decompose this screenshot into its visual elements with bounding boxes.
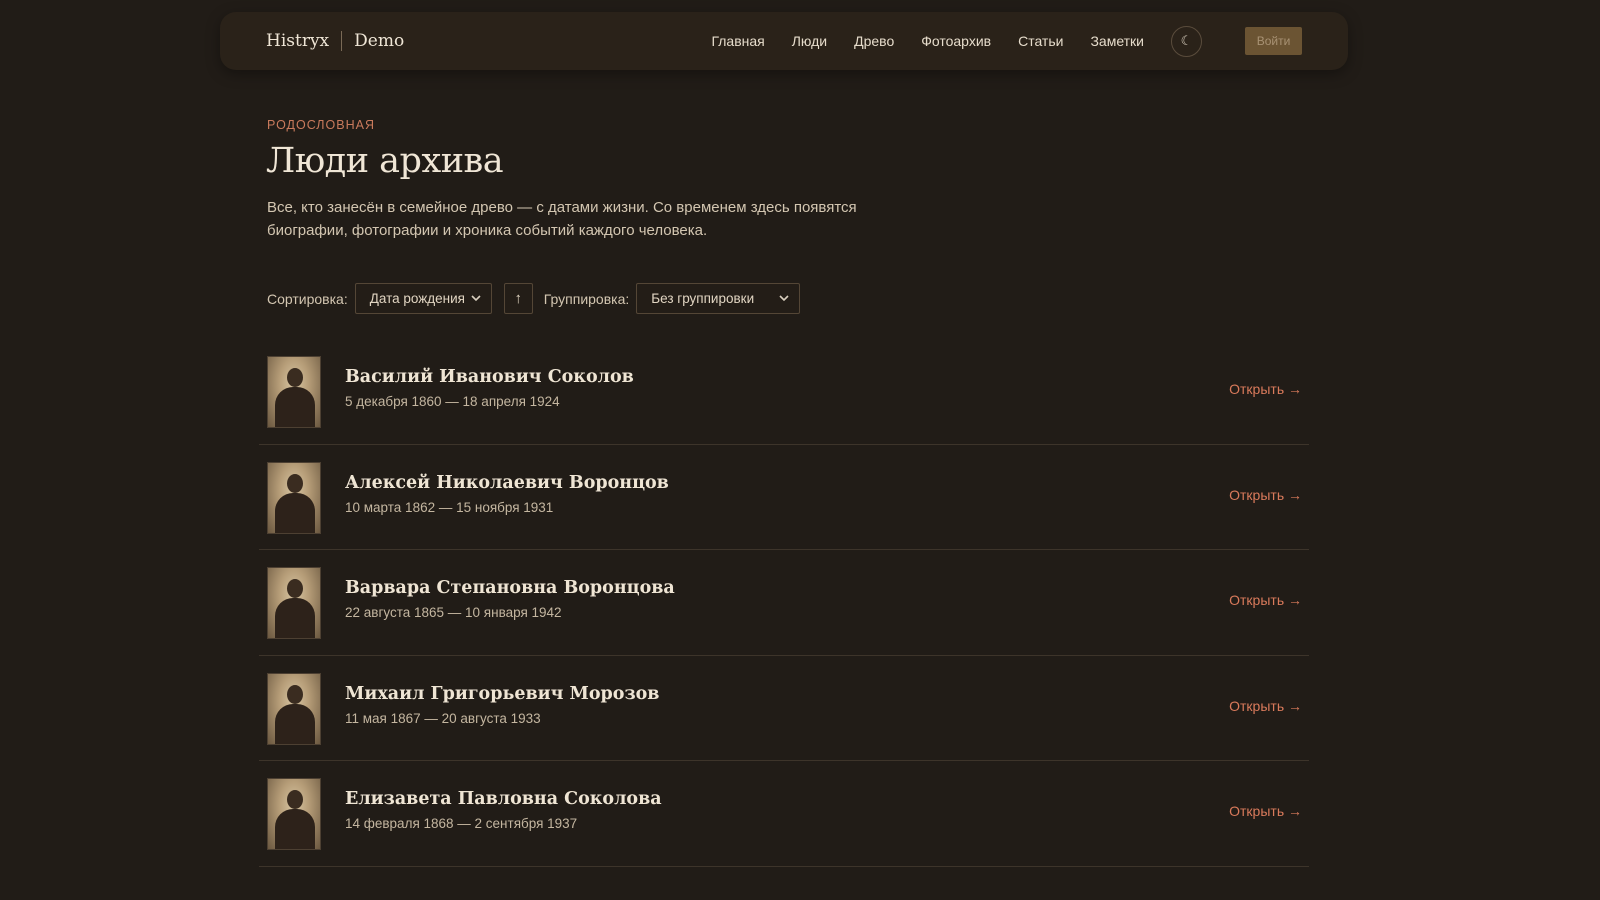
person-row[interactable]: Михаил Григорьевич Морозов 11 мая 1867 —… (259, 656, 1309, 761)
person-portrait (267, 672, 321, 745)
person-portrait (267, 461, 321, 534)
list-controls: Сортировка: Дата рождения ↑ Группировка:… (267, 283, 801, 314)
person-name: Михаил Григорьевич Морозов (345, 683, 660, 704)
nav-people[interactable]: Люди (792, 33, 827, 49)
person-dates: 22 августа 1865 — 10 января 1942 (345, 605, 562, 621)
person-dates: 10 марта 1862 — 15 ноября 1931 (345, 499, 554, 515)
theme-toggle-button[interactable]: ☾ (1171, 25, 1202, 57)
open-person-link[interactable]: Открыть → (1229, 698, 1302, 714)
person-portrait (267, 567, 321, 640)
nav-photo-archive[interactable]: Фотоархив (921, 33, 991, 49)
person-row[interactable]: Василий Иванович Соколов 5 декабря 1860 … (259, 339, 1309, 445)
top-header: Histryx Demo Главная Люди Древо Фотоархи… (220, 12, 1348, 70)
sort-select-value: Дата рождения (369, 291, 465, 306)
person-row[interactable]: Алексей Николаевич Воронцов 10 марта 186… (259, 445, 1309, 550)
person-name: Василий Иванович Соколов (345, 367, 634, 388)
nav-notes[interactable]: Заметки (1090, 33, 1144, 49)
person-row[interactable]: Варвара Степановна Воронцова 22 августа … (259, 550, 1309, 656)
nav-tree[interactable]: Древо (854, 33, 894, 49)
person-portrait (267, 778, 321, 851)
brand-name: Histryx (266, 31, 330, 51)
brand-suffix: Demo (354, 31, 405, 51)
people-list: Василий Иванович Соколов 5 декабря 1860 … (259, 339, 1309, 867)
sort-direction-button[interactable]: ↑ (503, 283, 533, 314)
nav-articles[interactable]: Статьи (1018, 33, 1063, 49)
chevron-down-icon (471, 293, 481, 305)
nav-home[interactable]: Главная (711, 33, 764, 49)
group-label: Группировка: (543, 290, 630, 307)
group-select[interactable]: Без группировки (636, 283, 801, 314)
person-portrait (267, 356, 321, 429)
open-person-link[interactable]: Открыть → (1229, 803, 1302, 819)
person-dates: 11 мая 1867 — 20 августа 1933 (345, 710, 541, 726)
section-eyebrow: РОДОСЛОВНАЯ (267, 118, 375, 132)
person-dates: 5 декабря 1860 — 18 апреля 1924 (345, 394, 560, 410)
arrow-up-icon: ↑ (514, 290, 522, 307)
brand-divider (341, 31, 343, 51)
login-button[interactable]: Войти (1245, 27, 1302, 55)
open-person-link[interactable]: Открыть → (1229, 592, 1302, 608)
open-person-link[interactable]: Открыть → (1229, 381, 1302, 397)
person-name: Елизавета Павловна Соколова (345, 789, 662, 810)
chevron-down-icon (779, 293, 789, 305)
page-description: Все, кто занесён в семейное древо — с да… (267, 199, 857, 239)
page-title: Люди архива (266, 141, 504, 181)
brand[interactable]: Histryx Demo (266, 31, 404, 51)
person-row[interactable]: Елизавета Павловна Соколова 14 февраля 1… (259, 761, 1309, 867)
group-select-value: Без группировки (651, 291, 755, 306)
person-dates: 14 февраля 1868 — 2 сентября 1937 (345, 816, 578, 832)
person-name: Алексей Николаевич Воронцов (345, 472, 669, 493)
moon-icon: ☾ (1180, 33, 1193, 48)
sort-label: Сортировка: (267, 290, 348, 307)
main-nav: Главная Люди Древо Фотоархив Статьи Заме… (711, 33, 1144, 49)
person-name: Варвара Степановна Воронцова (345, 578, 675, 599)
sort-select[interactable]: Дата рождения (354, 283, 492, 314)
open-person-link[interactable]: Открыть → (1229, 487, 1302, 503)
